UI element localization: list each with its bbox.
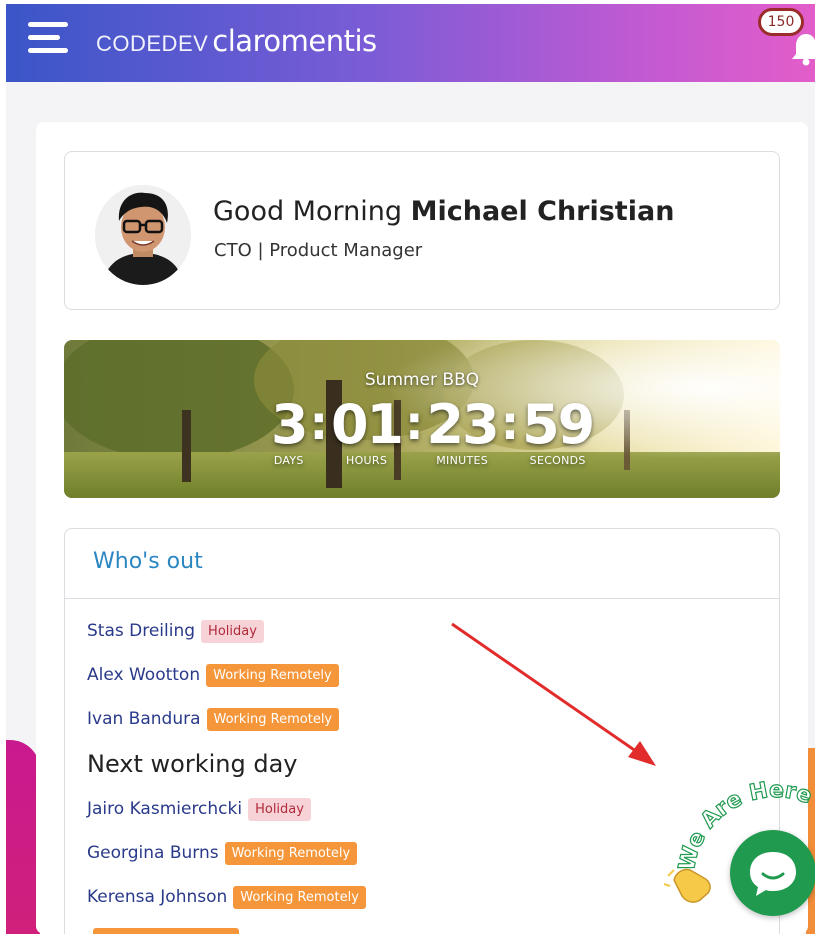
person-name-link[interactable]: Ivan Bandura [87, 709, 201, 729]
countdown-minutes: 23 MINUTES [426, 393, 500, 468]
avatar[interactable] [95, 185, 191, 285]
chat-bubble-icon [750, 852, 796, 896]
status-badge: Holiday [201, 619, 264, 643]
decorative-wave-left [6, 740, 40, 934]
countdown-separator: : [309, 396, 328, 450]
next-working-day-heading: Next working day [87, 750, 298, 778]
event-countdown-banner[interactable]: Summer BBQ 3 DAYS : 01 HOURS : 23 MINUTE… [64, 340, 780, 498]
person-name-link[interactable]: Kerensa Johnson [87, 887, 227, 907]
status-badge-partial [93, 928, 239, 934]
menu-icon-line [28, 48, 68, 53]
countdown-days: 3 DAYS [271, 393, 309, 468]
whos-out-list: Stas Dreiling Holiday Alex Wootton Worki… [87, 609, 366, 934]
minutes-value: 23 [426, 393, 500, 456]
list-item: Stas Dreiling Holiday [87, 609, 366, 653]
list-item: Jairo Kasmierchcki Holiday [87, 787, 366, 831]
menu-icon[interactable] [28, 22, 70, 56]
profile-card: Good Morning Michael Christian CTO | Pro… [64, 151, 780, 310]
days-label: DAYS [273, 454, 304, 467]
whos-out-title: Who's out [65, 529, 779, 599]
seconds-label: SECONDS [529, 454, 586, 467]
status-badge: Working Remotely [233, 885, 366, 909]
brand-main: claromentis [212, 24, 377, 58]
greeting-text: Good Morning [213, 196, 402, 227]
list-item: Ivan Bandura Working Remotely [87, 697, 366, 741]
list-item: Georgina Burns Working Remotely [87, 831, 366, 875]
avatar-image [95, 185, 191, 285]
status-badge: Working Remotely [206, 663, 339, 687]
top-bar: CODEDEV claromentis [6, 4, 815, 82]
greeting: Good Morning Michael Christian [213, 196, 674, 227]
status-badge: Working Remotely [224, 841, 358, 865]
days-value: 3 [271, 393, 309, 456]
waving-hand-icon [663, 868, 711, 903]
countdown-separator: : [500, 396, 520, 450]
chat-widget[interactable]: We Are Here [660, 780, 815, 934]
brand-sub: CODEDEV [96, 31, 209, 56]
person-name-link[interactable]: Georgina Burns [87, 843, 219, 863]
person-name-link[interactable]: Alex Wootton [87, 665, 200, 685]
brand-logo[interactable]: CODEDEV claromentis [96, 24, 377, 58]
countdown-separator: : [405, 396, 424, 450]
chat-button[interactable] [730, 830, 815, 916]
bell-icon[interactable] [791, 32, 815, 66]
countdown-seconds: 59 SECONDS [522, 393, 595, 468]
person-name-link[interactable]: Stas Dreiling [87, 621, 195, 641]
minutes-label: MINUTES [436, 454, 489, 467]
person-name-link[interactable]: Jairo Kasmierchcki [87, 799, 242, 819]
notification-badge[interactable]: 150 [758, 8, 804, 36]
status-badge: Working Remotely [206, 707, 340, 731]
list-item: Alex Wootton Working Remotely [87, 653, 366, 697]
hours-value: 01 [330, 393, 404, 456]
menu-icon-line [28, 35, 60, 40]
seconds-value: 59 [522, 393, 595, 456]
countdown-hours: 01 HOURS [330, 393, 404, 468]
user-role: CTO | Product Manager [214, 240, 423, 261]
list-item: Kerensa Johnson Working Remotely [87, 875, 366, 919]
list-item-partial: ​ [87, 919, 366, 934]
event-title: Summer BBQ [364, 370, 480, 390]
countdown-timer: 3 DAYS : 01 HOURS : 23 MINUTES : 59 SECO… [271, 393, 595, 474]
user-name: Michael Christian [410, 196, 675, 227]
menu-icon-line [28, 22, 68, 27]
hours-label: HOURS [346, 454, 388, 467]
status-badge: Holiday [248, 797, 311, 821]
